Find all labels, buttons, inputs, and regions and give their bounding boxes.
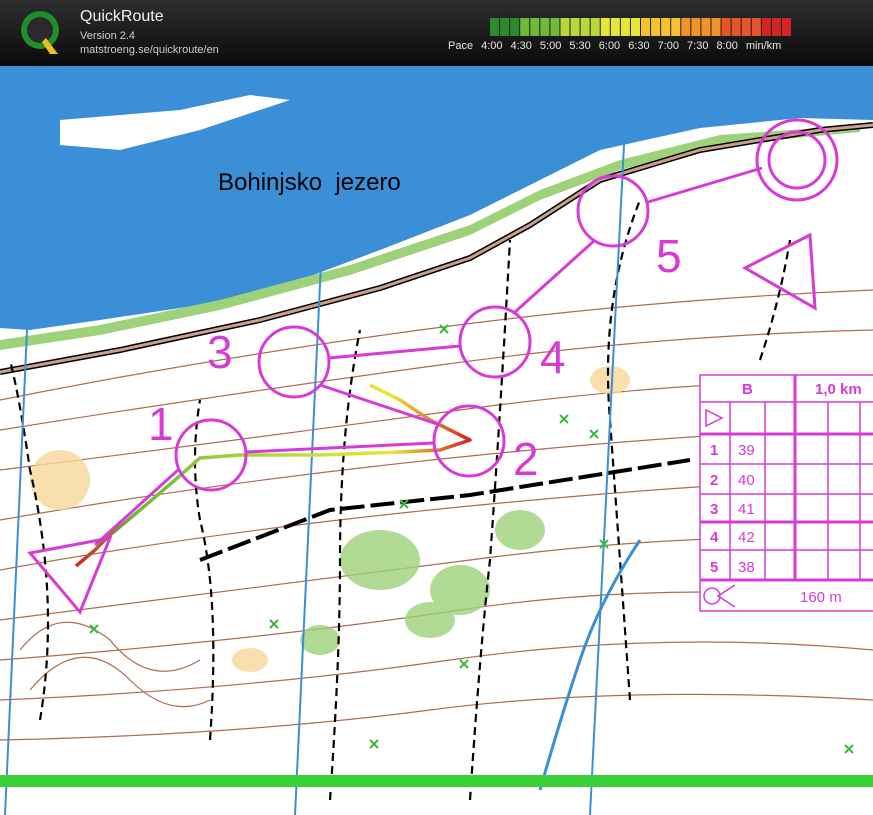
pace-color-cell <box>741 18 751 36</box>
pace-tick: 6:00 <box>598 40 621 52</box>
card-row-code: 42 <box>738 529 755 546</box>
pace-color-cell <box>520 18 530 36</box>
pace-color-cell <box>771 18 781 36</box>
pace-unit: min/km <box>745 40 782 52</box>
lake-label: Bohinjsko jezero <box>218 169 401 196</box>
card-row-num: 5 <box>710 559 718 576</box>
card-row-num: 4 <box>710 529 719 546</box>
control-number-3: 3 <box>207 326 233 378</box>
card-length: 1,0 km <box>815 381 862 398</box>
pace-color-cell <box>610 18 620 36</box>
pace-color-cell <box>540 18 550 36</box>
card-class: B <box>742 381 753 398</box>
pace-color-cell <box>510 18 520 36</box>
card-row-code: 40 <box>738 472 755 489</box>
pace-color-cell <box>580 18 590 36</box>
pace-color-bar <box>490 18 791 36</box>
pace-tick: 6:30 <box>628 40 650 52</box>
pace-color-cell <box>560 18 570 36</box>
pace-color-cell <box>590 18 600 36</box>
pace-legend-labels: Pace 4:00 4:30 5:00 5:30 6:00 6:30 7:00 7:30 8:00… <box>448 40 789 52</box>
quickroute-view: QuickRoute Version 2.4 matstroeng.se/qui… <box>0 0 873 815</box>
control-description-card: B 1,0 km 1 39 2 40 3 41 4 42 5 38 160 m <box>699 374 873 612</box>
pace-prefix: Pace <box>448 40 474 52</box>
card-row-num: 2 <box>710 472 718 489</box>
pace-tick: 4:00 <box>481 40 503 52</box>
pace-tick: 5:00 <box>539 40 562 52</box>
pace-tick: 8:00 <box>716 40 738 52</box>
pace-color-cell <box>661 18 671 36</box>
pace-color-cell <box>701 18 711 36</box>
pace-color-cell <box>630 18 640 36</box>
card-row-code: 39 <box>738 442 755 459</box>
app-url: matstroeng.se/quickroute/en <box>80 44 219 56</box>
card-row-code: 41 <box>738 501 755 518</box>
bottom-vegetation-strip <box>0 775 873 787</box>
pace-color-cell <box>751 18 761 36</box>
control-number-2: 2 <box>513 433 539 485</box>
orienteering-map[interactable]: Bohinjsko jezero 1 2 3 4 5 B 1,0 km 1 39… <box>0 66 873 815</box>
pace-color-cell <box>530 18 540 36</box>
control-number-4: 4 <box>540 331 566 383</box>
pace-color-cell <box>711 18 721 36</box>
app-title: QuickRoute <box>80 8 164 25</box>
control-number-1: 1 <box>148 398 174 450</box>
pace-tick: 7:00 <box>657 40 680 52</box>
pace-color-cell <box>781 18 791 36</box>
pace-color-cell <box>600 18 610 36</box>
pace-color-cell <box>651 18 661 36</box>
pace-tick: 7:30 <box>687 40 709 52</box>
header-bar: QuickRoute Version 2.4 matstroeng.se/qui… <box>0 0 873 66</box>
pace-color-cell <box>761 18 771 36</box>
card-row-code: 38 <box>738 559 755 576</box>
card-row-num: 3 <box>710 501 718 518</box>
control-number-5: 5 <box>656 230 682 282</box>
pace-color-cell <box>500 18 510 36</box>
pace-tick: 5:30 <box>569 40 591 52</box>
pace-color-cell <box>731 18 741 36</box>
pace-color-cell <box>641 18 651 36</box>
pace-color-cell <box>620 18 630 36</box>
pace-color-cell <box>570 18 580 36</box>
card-row-num: 1 <box>710 442 718 459</box>
pace-color-cell <box>550 18 560 36</box>
pace-color-cell <box>691 18 701 36</box>
pace-color-cell <box>671 18 681 36</box>
pace-tick: 4:30 <box>510 40 532 52</box>
pace-color-cell <box>681 18 691 36</box>
pace-color-cell <box>721 18 731 36</box>
card-finish-distance: 160 m <box>800 589 842 606</box>
quickroute-logo-icon <box>21 11 59 54</box>
app-version: Version 2.4 <box>80 30 136 42</box>
pace-color-cell <box>490 18 500 36</box>
